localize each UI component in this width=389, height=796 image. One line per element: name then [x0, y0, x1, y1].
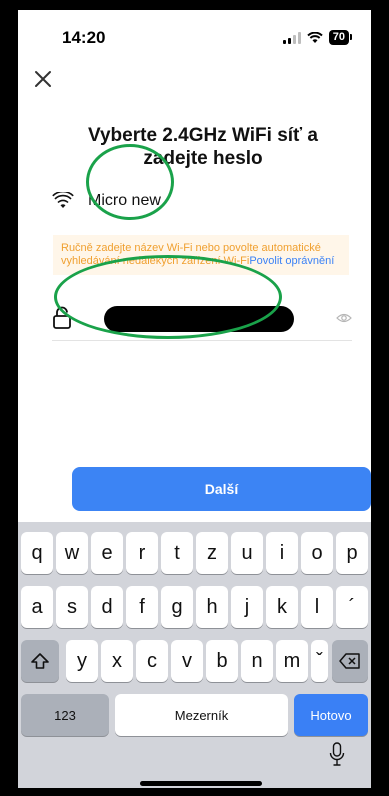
keyboard: q w e r t z u i o p a s d f g h j k l ´ …: [18, 522, 371, 788]
key-l[interactable]: l: [301, 586, 333, 628]
key-b[interactable]: b: [206, 640, 238, 682]
key-c[interactable]: c: [136, 640, 168, 682]
page-title: Vyberte 2.4GHz WiFi síť a zadejte heslo: [58, 124, 348, 170]
key-caron[interactable]: ˇ: [311, 640, 328, 682]
keyboard-row-1: q w e r t z u i o p: [18, 532, 371, 576]
key-i[interactable]: i: [266, 532, 298, 574]
key-y[interactable]: y: [66, 640, 98, 682]
wifi-icon: [52, 192, 74, 208]
backspace-icon: [339, 653, 360, 669]
home-indicator: [140, 781, 262, 786]
key-d[interactable]: d: [91, 586, 123, 628]
key-u[interactable]: u: [231, 532, 263, 574]
close-icon[interactable]: [32, 68, 54, 90]
key-r[interactable]: r: [126, 532, 158, 574]
eye-icon[interactable]: [336, 312, 352, 324]
key-g[interactable]: g: [161, 586, 193, 628]
battery-icon: 70: [328, 30, 353, 45]
key-p[interactable]: p: [336, 532, 368, 574]
key-v[interactable]: v: [171, 640, 203, 682]
ssid-label: Micro new: [88, 192, 161, 209]
key-a[interactable]: a: [21, 586, 53, 628]
backspace-key[interactable]: [332, 640, 368, 682]
microphone-icon[interactable]: [329, 742, 345, 768]
wifi-network-row[interactable]: Micro new: [52, 192, 161, 210]
shift-icon: [31, 653, 49, 669]
key-e[interactable]: e: [91, 532, 123, 574]
numbers-key[interactable]: 123: [21, 694, 109, 736]
key-j[interactable]: j: [231, 586, 263, 628]
signal-icon: [282, 31, 301, 44]
keyboard-row-2: a s d f g h j k l ´: [18, 586, 371, 630]
next-button[interactable]: Další: [72, 467, 371, 511]
allow-permission-link[interactable]: Povolit oprávnění: [249, 255, 334, 267]
space-key[interactable]: Mezerník: [115, 694, 288, 736]
status-time: 14:20: [62, 28, 106, 47]
key-s[interactable]: s: [56, 586, 88, 628]
key-f[interactable]: f: [126, 586, 158, 628]
shift-key[interactable]: [21, 640, 59, 682]
wifi-status-icon: [307, 31, 323, 43]
key-w[interactable]: w: [56, 532, 88, 574]
title-line-2: zadejte heslo: [143, 148, 263, 169]
permission-warning: Ručně zadejte název Wi-Fi nebo povolte a…: [53, 235, 349, 275]
password-redaction: [104, 306, 294, 332]
key-t[interactable]: t: [161, 532, 193, 574]
title-line-1: Vyberte 2.4GHz WiFi síť a: [88, 125, 318, 146]
done-key[interactable]: Hotovo: [294, 694, 368, 736]
key-h[interactable]: h: [196, 586, 228, 628]
key-o[interactable]: o: [301, 532, 333, 574]
keyboard-row-3: y x c v b n m ˇ: [18, 640, 371, 684]
keyboard-row-4: 123 Mezerník Hotovo: [18, 694, 371, 738]
key-k[interactable]: k: [266, 586, 298, 628]
key-q[interactable]: q: [21, 532, 53, 574]
key-x[interactable]: x: [101, 640, 133, 682]
password-field[interactable]: [52, 296, 352, 341]
key-n[interactable]: n: [241, 640, 273, 682]
status-icons: 70: [282, 30, 353, 45]
lock-icon: [53, 306, 71, 329]
key-m[interactable]: m: [276, 640, 308, 682]
key-z[interactable]: z: [196, 532, 228, 574]
key-acute[interactable]: ´: [336, 586, 368, 628]
